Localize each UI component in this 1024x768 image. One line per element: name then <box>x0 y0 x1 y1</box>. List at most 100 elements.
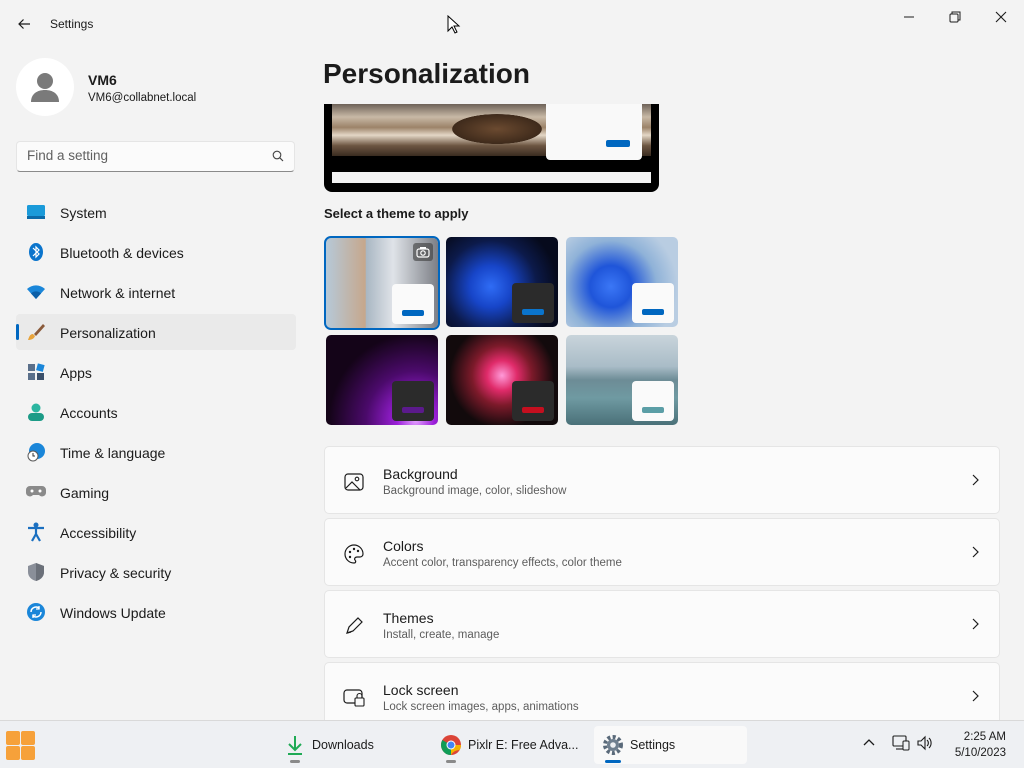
chevron-right-icon <box>972 474 979 486</box>
sidebar-item-label: Accessibility <box>60 525 137 541</box>
taskbar-app-downloads[interactable]: Downloads <box>276 726 396 764</box>
sidebar-item-accessibility[interactable]: Accessibility <box>16 514 296 550</box>
maximize-button[interactable] <box>932 4 978 30</box>
taskbar-app-label: Settings <box>630 738 676 752</box>
sidebar-item-personalization[interactable]: Personalization <box>16 314 296 350</box>
windows-logo-tile <box>21 746 35 760</box>
system-clock[interactable]: 2:25 AM 5/10/2023 <box>955 729 1006 761</box>
chevron-up-icon[interactable] <box>862 735 876 749</box>
camera-icon <box>413 243 433 261</box>
sidebar-item-label: Privacy & security <box>60 565 172 581</box>
theme-windows-light[interactable] <box>566 237 678 327</box>
theme-accent-bar <box>402 407 424 413</box>
app-title: Settings <box>50 17 94 31</box>
sidebar-item-network[interactable]: Network & internet <box>16 274 296 310</box>
search-icon[interactable] <box>272 150 284 162</box>
chevron-right-icon <box>972 618 979 630</box>
theme-mini-window <box>512 381 554 421</box>
taskbar-app-label: Pixlr E: Free Adva... <box>468 738 579 752</box>
minimize-icon <box>904 16 914 18</box>
user-name: VM6 <box>88 72 117 88</box>
close-icon <box>995 11 1007 23</box>
background-card[interactable]: Background Background image, color, slid… <box>324 446 1000 514</box>
wifi-icon <box>26 283 46 301</box>
taskbar-app-settings[interactable]: Settings <box>594 726 747 764</box>
theme-glow[interactable] <box>326 335 438 425</box>
sidebar-item-system[interactable]: System <box>16 194 296 230</box>
taskbar-app-chrome[interactable]: Pixlr E: Free Adva... <box>432 726 587 764</box>
update-icon <box>26 603 46 621</box>
theme-accent-bar <box>642 407 664 413</box>
title-bar: Settings <box>0 0 1024 48</box>
colors-card[interactable]: Colors Accent color, transparency effect… <box>324 518 1000 586</box>
avatar <box>16 58 74 116</box>
pen-icon <box>343 615 365 637</box>
gamepad-icon <box>26 483 46 501</box>
theme-section-label: Select a theme to apply <box>324 206 469 221</box>
mouse-cursor-icon <box>447 15 461 34</box>
taskbar: Downloads Pixlr E: Free Adva... Settings… <box>0 720 1024 768</box>
person-avatar-icon <box>31 73 59 102</box>
running-indicator <box>290 760 300 763</box>
page-title: Personalization <box>323 58 530 89</box>
theme-mini-window <box>512 283 554 323</box>
sidebar-item-apps[interactable]: Apps <box>16 354 296 390</box>
user-email: VM6@collabnet.local <box>88 92 197 104</box>
card-subtitle: Background image, color, slideshow <box>383 485 567 497</box>
card-title: Themes <box>383 610 434 626</box>
shield-icon <box>26 563 46 581</box>
sidebar-item-privacy[interactable]: Privacy & security <box>16 554 296 590</box>
card-subtitle: Accent color, transparency effects, colo… <box>383 557 622 569</box>
clock-date: 5/10/2023 <box>954 747 1006 759</box>
active-indicator <box>605 760 621 763</box>
chrome-icon <box>440 734 462 756</box>
theme-captured-motion[interactable] <box>446 335 558 425</box>
chevron-right-icon <box>972 546 979 558</box>
theme-mini-window <box>392 284 434 324</box>
sidebar-item-label: Accounts <box>60 405 118 421</box>
sidebar-item-bluetooth[interactable]: Bluetooth & devices <box>16 234 296 270</box>
theme-flow[interactable] <box>566 335 678 425</box>
back-button[interactable] <box>10 12 38 36</box>
theme-windows-dark[interactable] <box>446 237 558 327</box>
back-arrow-icon <box>18 19 30 29</box>
sidebar-item-windows-update[interactable]: Windows Update <box>16 594 296 630</box>
sidebar-item-label: Network & internet <box>60 285 176 301</box>
search-box[interactable] <box>16 141 295 172</box>
close-button[interactable] <box>978 4 1024 30</box>
themes-card[interactable]: Themes Install, create, manage <box>324 590 1000 658</box>
windows-logo-tile <box>6 746 20 760</box>
card-subtitle: Install, create, manage <box>383 629 500 641</box>
theme-mini-window <box>632 381 674 421</box>
sidebar-item-label: Apps <box>60 365 92 381</box>
volume-icon[interactable] <box>916 735 934 751</box>
running-indicator <box>446 760 456 763</box>
preview-window <box>546 104 642 160</box>
sidebar-item-gaming[interactable]: Gaming <box>16 474 296 510</box>
sidebar-item-accounts[interactable]: Accounts <box>16 394 296 430</box>
start-button[interactable] <box>6 731 36 761</box>
bluetooth-icon <box>26 243 46 261</box>
image-icon <box>343 471 365 493</box>
search-input[interactable] <box>27 148 257 163</box>
person-icon <box>26 403 46 421</box>
restore-icon <box>949 11 961 23</box>
network-display-icon[interactable] <box>892 735 910 751</box>
sidebar-item-time-language[interactable]: Time & language <box>16 434 296 470</box>
theme-mini-window <box>392 381 434 421</box>
minimize-button[interactable] <box>886 4 932 30</box>
card-subtitle: Lock screen images, apps, animations <box>383 701 579 713</box>
accessibility-icon <box>26 522 46 542</box>
monitor-icon <box>26 203 46 221</box>
theme-windows-spotlight[interactable] <box>324 236 440 330</box>
theme-accent-bar <box>642 309 664 315</box>
sidebar-item-label: Windows Update <box>60 605 166 621</box>
windows-logo-tile <box>21 731 35 745</box>
globe-clock-icon <box>26 443 46 462</box>
card-title: Background <box>383 466 458 482</box>
user-profile[interactable]: VM6 VM6@collabnet.local <box>16 58 296 118</box>
theme-mini-window <box>632 283 674 323</box>
sidebar-item-label: Personalization <box>60 325 156 341</box>
palette-icon <box>343 543 365 565</box>
preview-taskbar <box>332 172 651 183</box>
